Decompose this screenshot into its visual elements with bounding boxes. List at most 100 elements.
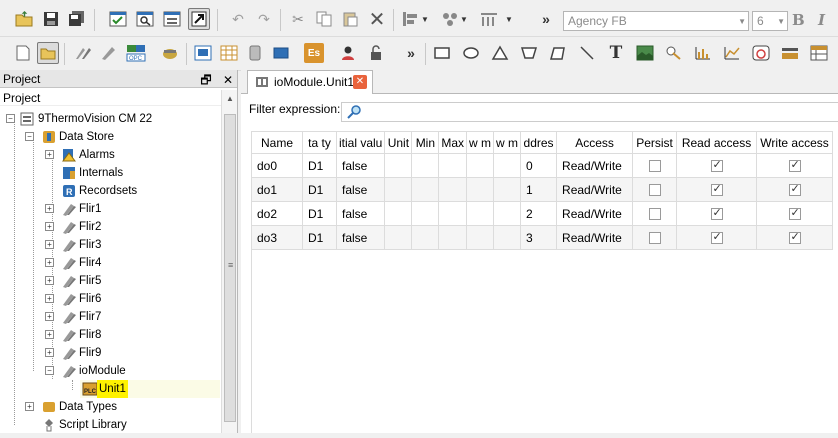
copy-icon[interactable] bbox=[313, 8, 335, 30]
collapse-icon[interactable]: − bbox=[45, 366, 54, 375]
column-header-read-access[interactable]: Read access bbox=[676, 131, 758, 154]
cell-unit[interactable] bbox=[384, 201, 413, 226]
cell-name[interactable]: do3 bbox=[251, 225, 303, 250]
write-access-checkbox[interactable] bbox=[788, 158, 801, 173]
cell-name[interactable]: do2 bbox=[251, 201, 303, 226]
link-tool-icon[interactable] bbox=[663, 42, 685, 64]
forward-arrows-icon[interactable] bbox=[72, 42, 94, 64]
save-all-icon[interactable] bbox=[66, 8, 88, 30]
table-row[interactable]: do1 D1 false 1 Read/Write bbox=[251, 177, 834, 202]
polygon-tool-icon[interactable] bbox=[546, 42, 568, 64]
column-header-address[interactable]: ddres bbox=[520, 131, 558, 154]
expand-icon[interactable]: + bbox=[45, 204, 54, 213]
cell-access[interactable]: Read/Write bbox=[556, 201, 634, 226]
column-header-access[interactable]: Access bbox=[556, 131, 634, 154]
close-panel-icon[interactable]: ✕ bbox=[223, 73, 233, 87]
table-tool-icon[interactable] bbox=[808, 42, 830, 64]
cell-address[interactable]: 0 bbox=[520, 153, 558, 178]
scroll-up-icon[interactable]: ▲ bbox=[226, 94, 234, 103]
cell-raw-min[interactable] bbox=[466, 225, 495, 250]
filter-expression-input[interactable] bbox=[341, 102, 838, 122]
align-icon[interactable] bbox=[400, 8, 422, 30]
open-project-icon[interactable] bbox=[37, 42, 59, 64]
cell-min[interactable] bbox=[411, 225, 440, 250]
cell-unit[interactable] bbox=[384, 225, 413, 250]
pen-icon[interactable] bbox=[98, 42, 120, 64]
persist-checkbox[interactable] bbox=[648, 184, 661, 197]
cell-initial-value[interactable]: false bbox=[335, 225, 386, 250]
cell-initial-value[interactable]: false bbox=[335, 153, 386, 178]
line-tool-icon[interactable] bbox=[576, 42, 598, 64]
cell-address[interactable]: 2 bbox=[520, 201, 558, 226]
cut-icon[interactable]: ✂ bbox=[287, 8, 309, 30]
pentagon-tool-icon[interactable] bbox=[518, 42, 540, 64]
distribute-icon[interactable] bbox=[478, 8, 500, 30]
read-access-checkbox[interactable] bbox=[710, 230, 723, 245]
collapse-icon[interactable]: − bbox=[6, 114, 15, 123]
write-access-checkbox[interactable] bbox=[788, 182, 801, 197]
display-icon[interactable] bbox=[192, 42, 214, 64]
database-icon[interactable] bbox=[244, 42, 266, 64]
expand-icon[interactable]: + bbox=[45, 222, 54, 231]
column-header-initial-value[interactable]: itial valu bbox=[335, 131, 386, 154]
cell-data-type[interactable]: D1 bbox=[302, 201, 337, 226]
slider-icon[interactable] bbox=[779, 42, 801, 64]
float-panel-icon[interactable]: 🗗 bbox=[200, 73, 211, 87]
es-button[interactable]: Es bbox=[304, 43, 324, 63]
bar-chart-icon[interactable] bbox=[692, 42, 714, 64]
toolbar-overflow-button[interactable]: » bbox=[535, 8, 557, 30]
table-row[interactable]: do3 D1 false 3 Read/Write bbox=[251, 225, 834, 250]
check-window-icon[interactable] bbox=[107, 8, 129, 30]
cell-max[interactable] bbox=[438, 201, 468, 226]
expand-icon[interactable]: + bbox=[45, 276, 54, 285]
column-header-raw-max[interactable]: w m bbox=[493, 131, 522, 154]
cell-access[interactable]: Read/Write bbox=[556, 153, 634, 178]
save-icon[interactable] bbox=[40, 8, 62, 30]
table-row[interactable]: do2 D1 false 2 Read/Write bbox=[251, 201, 834, 226]
font-name-select[interactable]: Agency FB ▼ bbox=[563, 11, 749, 31]
delete-icon[interactable]: ✕ bbox=[366, 8, 388, 31]
cell-raw-max[interactable] bbox=[493, 225, 522, 250]
tree-node-unit1[interactable]: PLC Unit1 bbox=[80, 380, 220, 398]
gauge-icon[interactable] bbox=[750, 42, 772, 64]
line-chart-icon[interactable] bbox=[721, 42, 743, 64]
expand-icon[interactable]: + bbox=[45, 348, 54, 357]
cell-data-type[interactable]: D1 bbox=[302, 153, 337, 178]
text-tool-icon[interactable]: T bbox=[605, 42, 627, 64]
read-access-checkbox[interactable] bbox=[710, 182, 723, 197]
cell-max[interactable] bbox=[438, 153, 468, 178]
tab-iomodule-unit1[interactable]: ioModule.Unit1 ✕ bbox=[247, 70, 373, 94]
new-page-icon[interactable] bbox=[12, 42, 34, 64]
expand-icon[interactable]: + bbox=[25, 402, 34, 411]
open-folder-icon[interactable] bbox=[13, 8, 35, 30]
chevron-down-icon[interactable]: ▼ bbox=[504, 8, 514, 30]
column-header-min[interactable]: Min bbox=[411, 131, 440, 154]
user-icon[interactable] bbox=[337, 42, 359, 64]
cell-raw-max[interactable] bbox=[493, 201, 522, 226]
column-header-max[interactable]: Max bbox=[438, 131, 468, 154]
opc-icon[interactable]: OPC bbox=[125, 42, 147, 64]
read-access-checkbox[interactable] bbox=[710, 158, 723, 173]
persist-checkbox[interactable] bbox=[648, 232, 661, 245]
expand-icon[interactable]: + bbox=[45, 294, 54, 303]
cell-unit[interactable] bbox=[384, 153, 413, 178]
tree-scrollbar[interactable]: ▲ ≡ bbox=[221, 90, 237, 433]
cell-max[interactable] bbox=[438, 225, 468, 250]
cell-data-type[interactable]: D1 bbox=[302, 177, 337, 202]
cell-raw-min[interactable] bbox=[466, 201, 495, 226]
triangle-tool-icon[interactable] bbox=[489, 42, 511, 64]
chevron-down-icon[interactable]: ▼ bbox=[459, 8, 469, 30]
cell-address[interactable]: 1 bbox=[520, 177, 558, 202]
project-tree[interactable]: − 9ThermoVision CM 22 − Data Store + Ala… bbox=[0, 108, 222, 433]
italic-button[interactable]: I bbox=[818, 11, 825, 29]
persist-checkbox[interactable] bbox=[648, 208, 661, 221]
column-header-write-access[interactable]: Write access bbox=[756, 131, 834, 154]
table-row[interactable]: do0 D1 false 0 Read/Write bbox=[251, 153, 834, 178]
column-header-unit[interactable]: Unit bbox=[384, 131, 413, 154]
bold-button[interactable]: B bbox=[792, 11, 805, 29]
cell-max[interactable] bbox=[438, 177, 468, 202]
cell-name[interactable]: do0 bbox=[251, 153, 303, 178]
toolbar-overflow-button[interactable]: » bbox=[400, 42, 422, 64]
chevron-down-icon[interactable]: ▼ bbox=[420, 8, 430, 30]
properties-window-icon[interactable] bbox=[161, 8, 183, 30]
